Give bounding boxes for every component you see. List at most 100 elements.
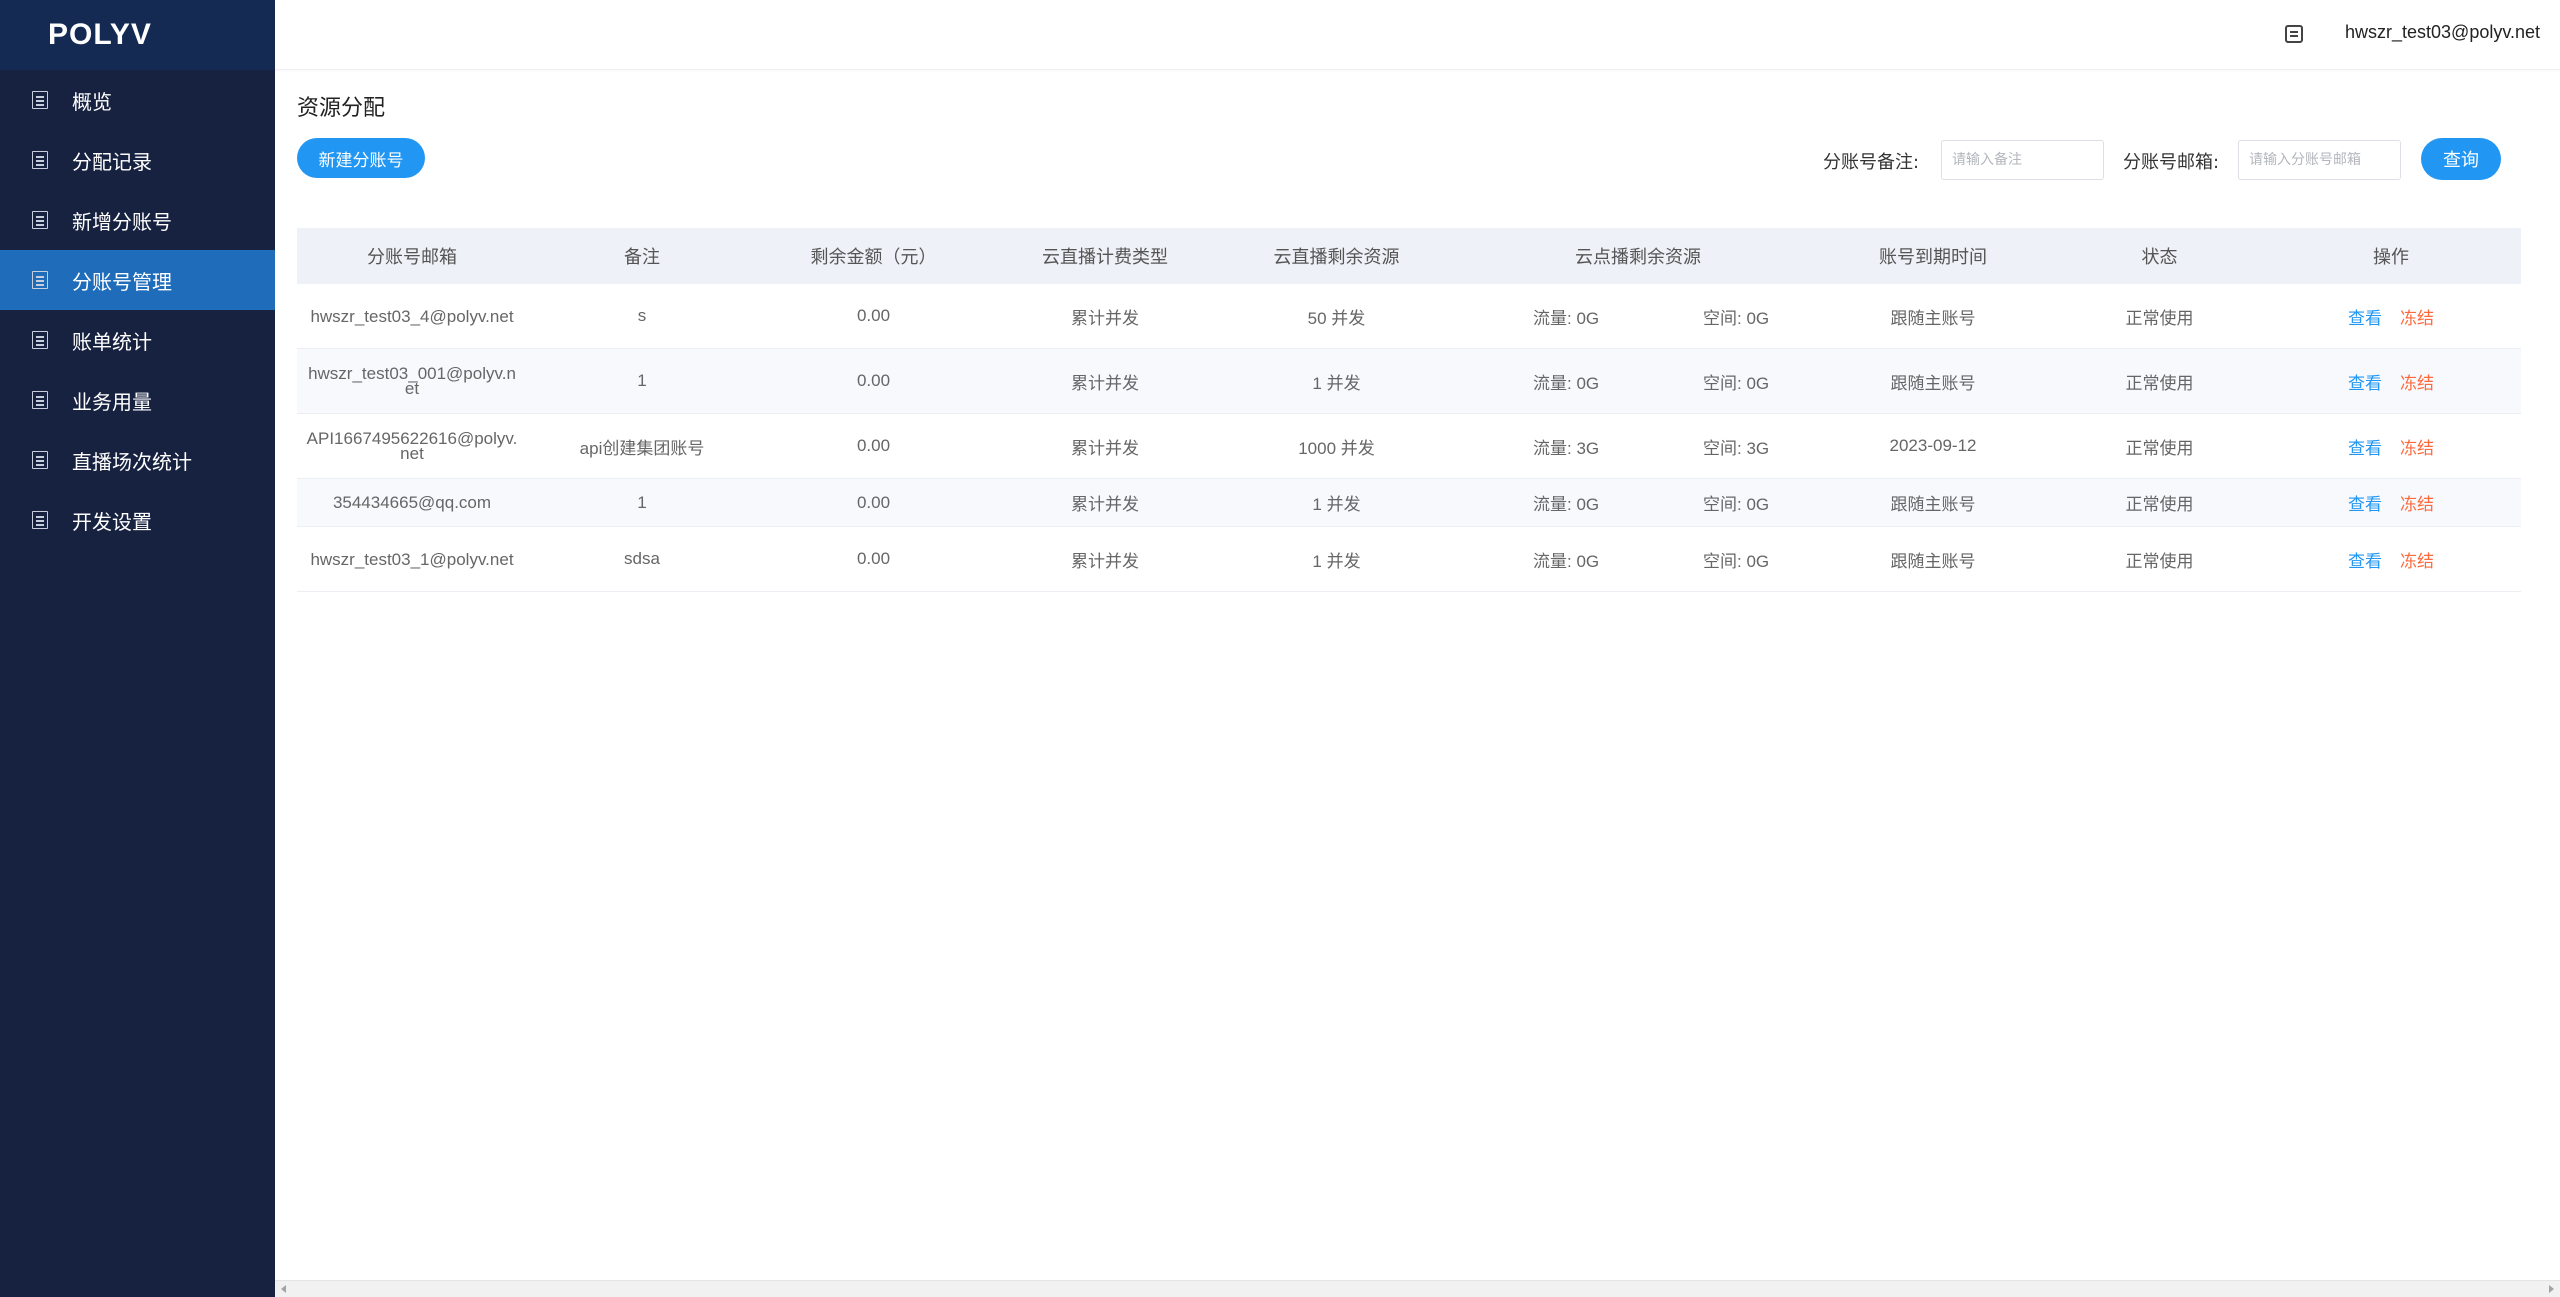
col-header-email: 分账号邮箱 <box>367 247 457 268</box>
sidebar-item-label: 新增分账号 <box>72 209 172 234</box>
document-icon <box>32 151 48 169</box>
cell-expire: 2023-09-12 <box>1889 436 1977 455</box>
sidebar-item-label: 账单统计 <box>72 329 152 354</box>
document-icon <box>32 91 48 109</box>
cell-traffic: 流量: 0G <box>1533 308 1600 328</box>
sidebar-item-7[interactable]: 开发设置 <box>0 490 275 550</box>
document-icon <box>32 451 48 469</box>
table-body: hwszr_test03_4@polyv.net s 0.00 累计并发 50 并发 流量… <box>297 284 2521 592</box>
cell-space: 空间: 0G <box>1703 373 1770 393</box>
cell-expire: 跟随主账号 <box>1890 373 1976 393</box>
cell-billing: 累计并发 <box>1071 373 1139 393</box>
horizontal-scrollbar[interactable] <box>275 1280 2560 1297</box>
col-header-remark: 备注 <box>624 247 660 268</box>
view-link[interactable]: 查看 <box>2348 374 2382 394</box>
sidebar-item-label: 业务用量 <box>72 389 152 414</box>
cell-email: API1667495622616@polyv.net <box>306 429 518 463</box>
page-title: 资源分配 <box>297 96 386 121</box>
view-link[interactable]: 查看 <box>2348 495 2382 515</box>
sidebar-nav: 概览分配记录新增分账号分账号管理账单统计业务用量直播场次统计开发设置 <box>0 70 275 550</box>
table-row: hwszr_test03_1@polyv.net sdsa 0.00 累计并发 1 并发… <box>297 527 2521 592</box>
cell-space: 空间: 3G <box>1703 438 1770 458</box>
cell-billing: 累计并发 <box>1071 551 1139 571</box>
col-header-live-res: 云直播剩余资源 <box>1273 247 1400 268</box>
table-row: hwszr_test03_4@polyv.net s 0.00 累计并发 50 并发 流量… <box>297 284 2521 349</box>
cell-remark: api创建集团账号 <box>579 438 705 458</box>
cell-remark: sdsa <box>624 549 660 568</box>
cell-email: 354434665@qq.com <box>332 493 492 512</box>
col-header-expire: 账号到期时间 <box>1879 247 1987 268</box>
cell-actions: 查看 冻结 <box>2276 304 2506 329</box>
col-header-actions: 操作 <box>2373 247 2409 268</box>
cell-space: 空间: 0G <box>1703 551 1770 571</box>
view-link[interactable]: 查看 <box>2348 439 2382 459</box>
main-content: 资源分配 新建分账号 分账号备注: 分账号邮箱: 查询 分账号邮箱 备注 剩余金… <box>275 70 2560 1297</box>
cell-status: 正常使用 <box>2125 551 2194 571</box>
cell-balance: 0.00 <box>856 549 891 568</box>
cell-email: hwszr_test03_1@polyv.net <box>310 549 514 569</box>
freeze-link[interactable]: 冻结 <box>2400 309 2434 329</box>
cell-balance: 0.00 <box>856 371 891 390</box>
sidebar-item-label: 开发设置 <box>72 509 152 534</box>
email-input[interactable] <box>2238 140 2401 180</box>
top-header: hwszr_test03@polyv.net <box>275 0 2560 70</box>
logo[interactable]: POLYV <box>0 0 275 70</box>
sidebar-item-4[interactable]: 账单统计 <box>0 310 275 370</box>
email-filter-label: 分账号邮箱: <box>2123 152 2220 173</box>
sidebar-item-6[interactable]: 直播场次统计 <box>0 430 275 490</box>
remark-filter-label: 分账号备注: <box>1823 152 1920 173</box>
cell-status: 正常使用 <box>2125 438 2194 458</box>
cell-actions: 查看 冻结 <box>2276 490 2506 515</box>
freeze-link[interactable]: 冻结 <box>2400 552 2434 572</box>
cell-actions: 查看 冻结 <box>2276 434 2506 459</box>
cell-space: 空间: 0G <box>1703 308 1770 328</box>
cell-actions: 查看 冻结 <box>2276 369 2506 394</box>
table-row: hwszr_test03_001@polyv.net 1 0.00 累计并发 1 并发 流… <box>297 349 2521 414</box>
cell-expire: 跟随主账号 <box>1890 308 1976 328</box>
col-header-balance: 剩余金额（元） <box>810 247 937 268</box>
cell-billing: 累计并发 <box>1071 308 1139 328</box>
new-subaccount-button[interactable]: 新建分账号 <box>297 138 425 178</box>
cell-traffic: 流量: 0G <box>1533 495 1600 514</box>
cell-expire: 跟随主账号 <box>1890 551 1976 571</box>
message-icon[interactable] <box>2285 25 2303 43</box>
freeze-link[interactable]: 冻结 <box>2400 374 2434 394</box>
view-link[interactable]: 查看 <box>2348 552 2382 572</box>
cell-status: 正常使用 <box>2125 373 2194 393</box>
freeze-link[interactable]: 冻结 <box>2400 439 2434 459</box>
cell-live-res: 1 并发 <box>1312 495 1361 514</box>
sidebar-item-5[interactable]: 业务用量 <box>0 370 275 430</box>
sidebar-item-1[interactable]: 分配记录 <box>0 130 275 190</box>
view-link[interactable]: 查看 <box>2348 309 2382 329</box>
document-icon <box>32 331 48 349</box>
col-header-status: 状态 <box>2141 247 2178 268</box>
cell-live-res: 1 并发 <box>1312 373 1361 393</box>
cell-balance: 0.00 <box>856 436 891 455</box>
cell-actions: 查看 冻结 <box>2276 547 2506 572</box>
scroll-left-icon[interactable] <box>281 1285 286 1293</box>
scroll-right-icon[interactable] <box>2549 1285 2554 1293</box>
col-header-billing: 云直播计费类型 <box>1042 247 1168 268</box>
cell-email: hwszr_test03_001@polyv.net <box>308 364 516 398</box>
sidebar-item-label: 分配记录 <box>72 149 152 174</box>
table-row: 354434665@qq.com 1 0.00 累计并发 1 并发 流量: 0G 空间: 0… <box>297 479 2521 527</box>
query-button[interactable]: 查询 <box>2421 138 2501 180</box>
sidebar-item-label: 概览 <box>72 89 112 114</box>
remark-input[interactable] <box>1941 140 2104 180</box>
logo-text: POLYV <box>48 18 152 51</box>
sidebar-item-2[interactable]: 新增分账号 <box>0 190 275 250</box>
document-icon <box>32 211 48 229</box>
user-email[interactable]: hwszr_test03@polyv.net <box>2345 22 2540 43</box>
sidebar-item-3[interactable]: 分账号管理 <box>0 250 275 310</box>
sidebar-item-0[interactable]: 概览 <box>0 70 275 130</box>
document-icon <box>32 391 48 409</box>
cell-billing: 累计并发 <box>1071 495 1139 514</box>
cell-balance: 0.00 <box>856 492 891 512</box>
cell-live-res: 50 并发 <box>1307 308 1366 328</box>
sidebar: POLYV 概览分配记录新增分账号分账号管理账单统计业务用量直播场次统计开发设置 <box>0 0 275 1297</box>
document-icon <box>32 511 48 529</box>
freeze-link[interactable]: 冻结 <box>2400 495 2434 515</box>
col-header-vod-res: 云点播剩余资源 <box>1575 247 1701 268</box>
cell-status: 正常使用 <box>2125 308 2194 328</box>
document-icon <box>32 271 48 289</box>
